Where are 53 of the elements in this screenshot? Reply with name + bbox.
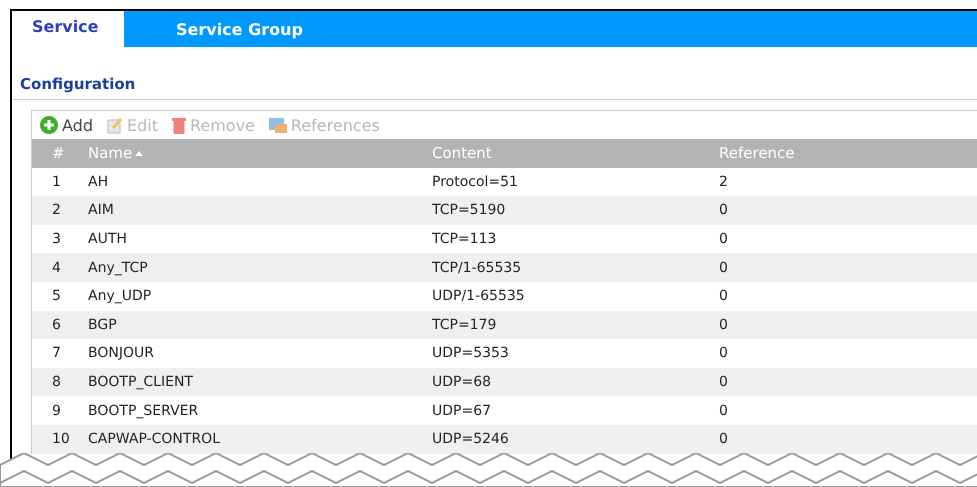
table-cell-text: TCP=5190 xyxy=(432,202,506,218)
table-cell-text: 8 xyxy=(51,374,62,390)
table-cell-text: 3 xyxy=(51,231,62,248)
table-cell-text: 0 xyxy=(719,202,729,218)
table-cell-text: UDP/1-65535 xyxy=(432,288,526,304)
table-cell-text: BONJOUR xyxy=(88,345,155,362)
table-cell-text: TCP=113 xyxy=(432,231,498,248)
table-cell-text: CAPWAP-CONTROL xyxy=(88,431,222,448)
table-row[interactable]: 8 BOOTP_CLIENT UDP=68 0 xyxy=(32,368,977,396)
table-cell-text: 2 xyxy=(719,174,729,190)
table-cell-text: 0 xyxy=(719,345,729,362)
table-cell-text: Any_UDP xyxy=(88,288,152,304)
table-cell-text: BGP xyxy=(88,316,118,333)
tab[interactable]: Service xyxy=(12,11,124,47)
table-cell-text: AUTH xyxy=(88,231,128,248)
table-cell-text: 0 xyxy=(719,431,729,448)
table-cell-text: UDP=68 xyxy=(432,374,492,390)
table-cell-text: 9 xyxy=(51,402,62,419)
table-cell-text: Protocol=51 xyxy=(432,174,519,190)
table-cell-text: UDP=5246 xyxy=(432,431,510,448)
table-cell-text: 4 xyxy=(51,260,62,276)
plus-circle-icon xyxy=(40,116,58,134)
table-cell-text: BOOTP_SERVER xyxy=(88,402,200,419)
trash-icon xyxy=(172,116,186,134)
window-folder-icon xyxy=(268,117,287,133)
table-cell-text: 0 xyxy=(719,402,729,419)
table-cell-text: UDP=67 xyxy=(432,402,492,419)
table-cell-text: 5 xyxy=(51,288,62,304)
table-cell-text: 1 xyxy=(51,174,62,190)
table-cell-text: 7 xyxy=(51,345,62,362)
sort-up-icon xyxy=(135,150,144,156)
table-cell-text: AIM xyxy=(88,202,115,218)
table-cell-text: 10 xyxy=(51,431,71,448)
section-title: Configuration xyxy=(20,75,136,93)
table-cell-text: 0 xyxy=(719,288,729,304)
table-cell-text: TCP=179 xyxy=(432,316,498,333)
table-cell-text: 0 xyxy=(719,260,729,276)
table-cell-text: 2 xyxy=(51,202,62,218)
table-cell-text: BOOTP_CLIENT xyxy=(88,374,194,390)
table-cell-text: UDP=5353 xyxy=(432,345,510,362)
table-cell-text: 0 xyxy=(719,316,729,333)
table-cell-text: TCP/1-65535 xyxy=(432,260,522,276)
table-cell-text: 6 xyxy=(51,316,62,333)
table-cell-text: 0 xyxy=(719,374,729,390)
table-cell-text: 0 xyxy=(719,231,729,248)
table-cell-text: AH xyxy=(88,174,110,190)
table-row[interactable]: 6 BGP TCP=179 0 xyxy=(32,310,977,340)
pencil-icon xyxy=(106,116,123,134)
toolbar-button[interactable]: Add xyxy=(40,116,93,134)
table-cell-text: Any_TCP xyxy=(88,260,149,276)
table-row[interactable]: 10 CAPWAP-CONTROL UDP=5246 0 xyxy=(32,424,977,454)
table-row[interactable]: 4 Any_TCP TCP/1-65535 0 xyxy=(32,253,977,282)
table-row[interactable]: 2 AIM TCP=5190 0 xyxy=(32,196,977,225)
